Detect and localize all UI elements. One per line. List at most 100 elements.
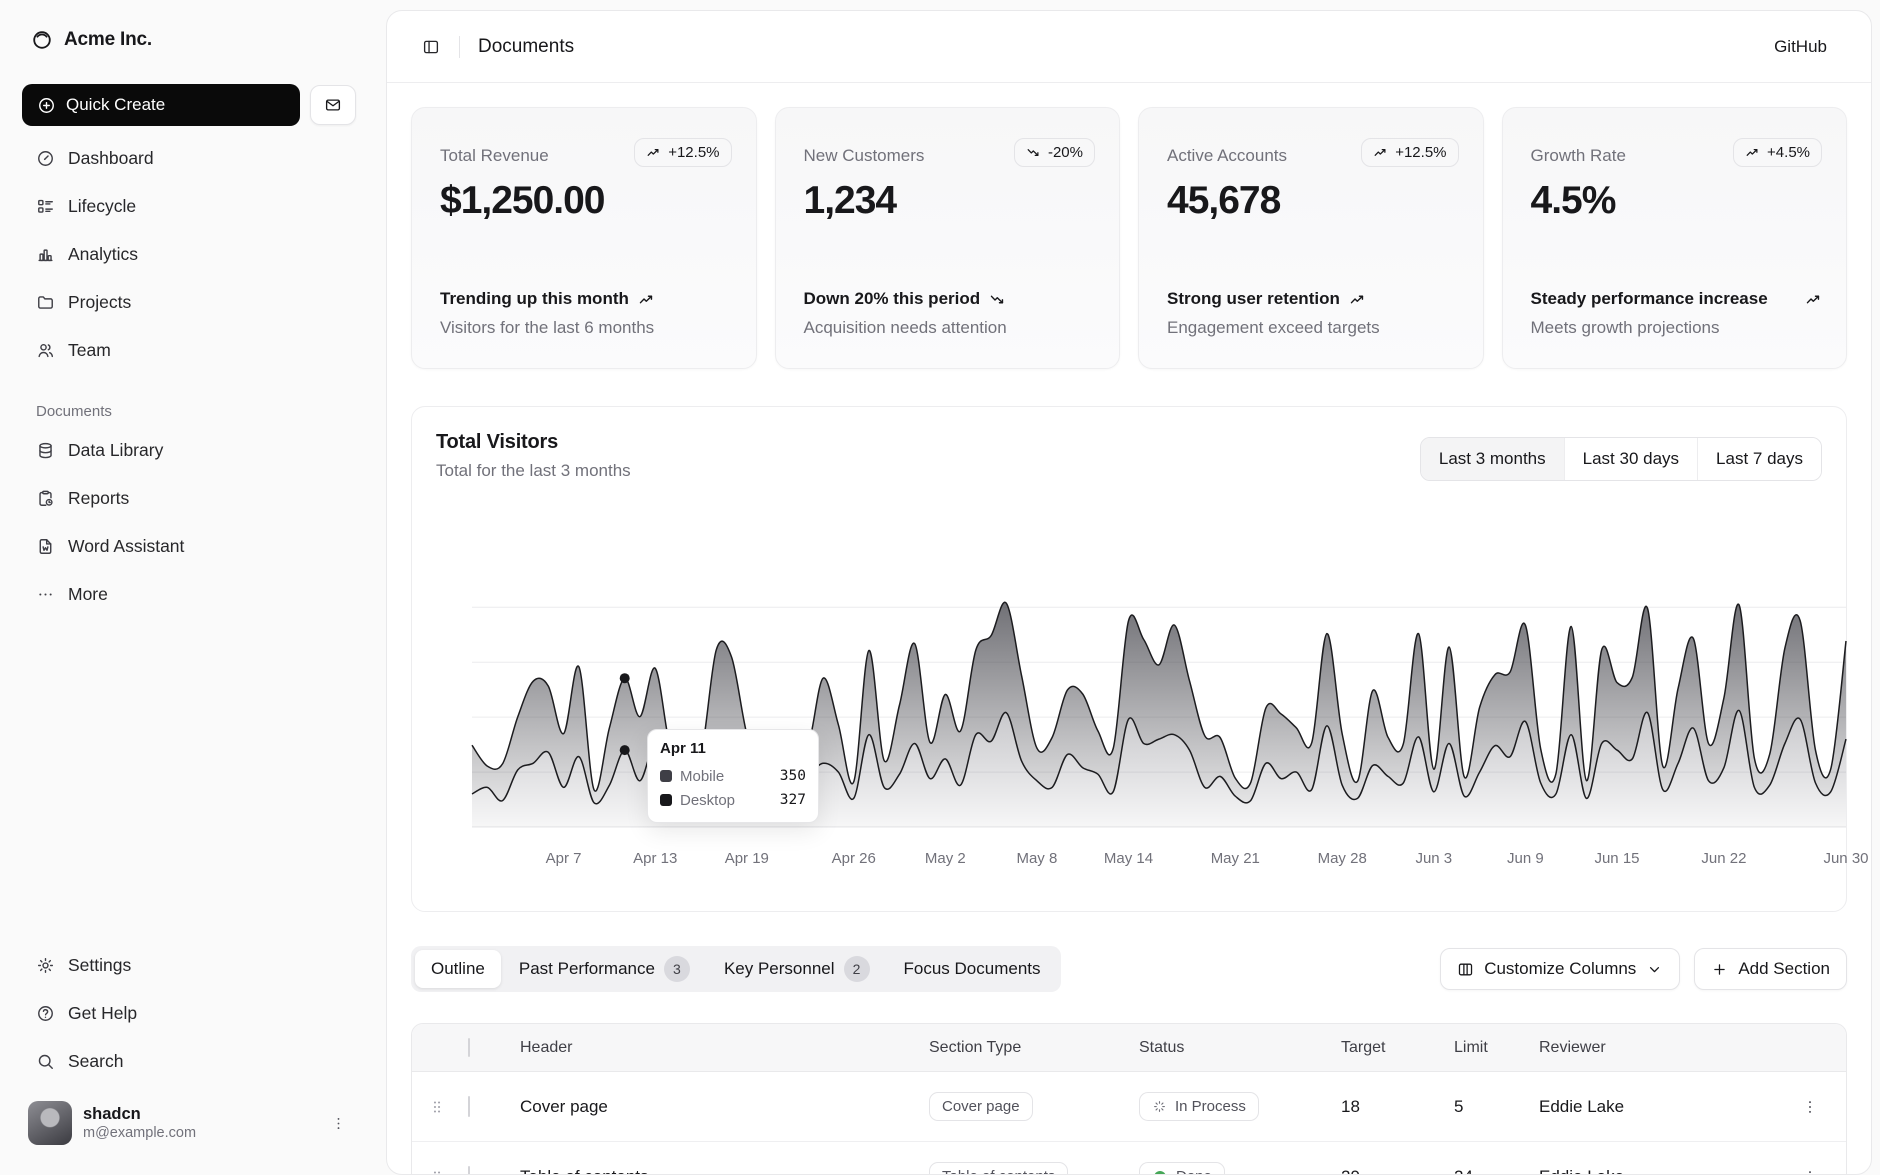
cell-limit[interactable]: 5 (1454, 1097, 1539, 1117)
chart-tooltip: Apr 11Mobile350Desktop327 (647, 729, 819, 823)
visitors-area-chart[interactable]: Apr 7Apr 13Apr 19Apr 26May 2May 8May 14M… (436, 513, 1822, 876)
quick-create-button[interactable]: Quick Create (22, 84, 300, 126)
add-section-button[interactable]: Add Section (1694, 948, 1847, 990)
inbox-button[interactable] (310, 85, 356, 125)
search-icon (36, 1052, 55, 1071)
tooltip-row: Mobile350 (660, 764, 806, 788)
sidebar-item-get-help[interactable]: Get Help (22, 993, 356, 1033)
github-link[interactable]: GitHub (1774, 37, 1827, 57)
sidebar-section-label: Documents (22, 400, 356, 422)
cell-target[interactable]: 29 (1329, 1167, 1454, 1175)
dots-vertical-icon (330, 1115, 347, 1132)
stat-cards: Total Revenue+12.5%$1,250.00Trending up … (411, 107, 1847, 369)
plus-icon (1711, 961, 1728, 978)
main-panel: Documents GitHub Total Revenue+12.5%$1,2… (386, 10, 1872, 1175)
range-option-last-7-days[interactable]: Last 7 days (1697, 438, 1821, 480)
sidebar-item-lifecycle[interactable]: Lifecycle (22, 186, 356, 226)
active-dot-desktop (620, 673, 630, 683)
sidebar-item-data-library[interactable]: Data Library (22, 430, 356, 470)
cell-reviewer[interactable]: Eddie Lake (1539, 1167, 1789, 1175)
cell-header[interactable]: Cover page (512, 1097, 929, 1117)
row-actions-button[interactable] (1789, 1098, 1830, 1116)
stat-footer-desc: Engagement exceed targets (1167, 318, 1459, 338)
section-type-badge: Cover page (929, 1092, 1033, 1121)
cell-header[interactable]: Table of contents (512, 1167, 929, 1175)
tab-key-personnel[interactable]: Key Personnel2 (708, 950, 886, 988)
dots-icon (36, 585, 55, 604)
help-icon (36, 1004, 55, 1023)
cell-limit[interactable]: 24 (1454, 1167, 1539, 1175)
sidebar-item-reports[interactable]: Reports (22, 478, 356, 518)
sidebar-item-analytics[interactable]: Analytics (22, 234, 356, 274)
trend-badge: -20% (1014, 138, 1095, 167)
trend-badge: +4.5% (1733, 138, 1822, 167)
user-name: shadcn (83, 1104, 319, 1125)
x-axis-tick: Jun 3 (1415, 850, 1452, 867)
dashboard-icon (36, 149, 55, 168)
sidebar-item-dashboard[interactable]: Dashboard (22, 138, 356, 178)
users-icon (36, 341, 55, 360)
drag-handle[interactable] (428, 1098, 468, 1116)
stat-footer-title: Strong user retention (1167, 288, 1459, 310)
chart-bar-icon (36, 245, 55, 264)
stat-footer-title: Steady performance increase (1531, 288, 1823, 310)
tab-focus-documents[interactable]: Focus Documents (888, 950, 1057, 988)
sidebar-item-settings[interactable]: Settings (22, 945, 356, 985)
range-option-last-3-months[interactable]: Last 3 months (1421, 438, 1564, 480)
col-header: Header (512, 1039, 929, 1057)
x-axis-tick: Jun 30 (1823, 850, 1868, 867)
row-actions-button[interactable] (1789, 1168, 1830, 1175)
loader-icon (1152, 1099, 1167, 1114)
tab-outline[interactable]: Outline (415, 950, 501, 988)
user-menu[interactable]: shadcn m@example.com (22, 1095, 356, 1151)
sidebar-item-search[interactable]: Search (22, 1041, 356, 1081)
brand[interactable]: Acme Inc. (22, 20, 356, 60)
sidebar-toggle-button[interactable] (413, 29, 449, 65)
sidebar-item-word-assistant[interactable]: Word Assistant (22, 526, 356, 566)
col-target: Target (1329, 1039, 1454, 1057)
series-swatch (660, 770, 672, 782)
tab-past-performance[interactable]: Past Performance3 (503, 950, 706, 988)
topbar-divider (459, 36, 460, 58)
x-axis-tick: May 28 (1318, 850, 1367, 867)
tab-count-badge: 2 (844, 956, 870, 982)
columns-icon (1457, 961, 1474, 978)
nav-documents: Data Library Reports Word Assistant More (22, 430, 356, 614)
x-axis-tick: Apr 26 (832, 850, 876, 867)
x-axis-tick: May 21 (1211, 850, 1260, 867)
customize-columns-button[interactable]: Customize Columns (1440, 948, 1680, 990)
active-dot-mobile (620, 745, 630, 755)
cell-target[interactable]: 18 (1329, 1097, 1454, 1117)
sections-table: HeaderSection TypeStatusTargetLimitRevie… (411, 1023, 1847, 1175)
stat-value: 4.5% (1531, 179, 1819, 223)
cell-reviewer[interactable]: Eddie Lake (1539, 1097, 1789, 1117)
file-word-icon (36, 537, 55, 556)
grip-vertical-icon (428, 1098, 446, 1116)
stat-footer-title: Trending up this month (440, 288, 732, 310)
stat-card-active-accounts: Active Accounts+12.5%45,678Strong user r… (1138, 107, 1484, 369)
trending-up-icon (646, 145, 661, 160)
select-all-checkbox[interactable] (468, 1038, 470, 1057)
row-checkbox[interactable] (468, 1096, 470, 1117)
sidebar-item-projects[interactable]: Projects (22, 282, 356, 322)
x-axis-tick: May 8 (1016, 850, 1057, 867)
trending-up-icon (1805, 291, 1822, 308)
x-axis-tick: Jun 22 (1701, 850, 1746, 867)
folder-icon (36, 293, 55, 312)
row-checkbox[interactable] (468, 1166, 470, 1175)
sidebar-item-more[interactable]: More (22, 574, 356, 614)
col-limit: Limit (1454, 1039, 1539, 1057)
avatar (28, 1101, 72, 1145)
sidebar-item-team[interactable]: Team (22, 330, 356, 370)
range-option-last-30-days[interactable]: Last 30 days (1564, 438, 1697, 480)
trending-up-icon (1349, 291, 1366, 308)
status-badge: Done (1139, 1162, 1225, 1175)
tab-list: OutlinePast Performance3Key Personnel2Fo… (411, 946, 1061, 992)
topbar: Documents GitHub (387, 11, 1871, 83)
stat-footer-title: Down 20% this period (804, 288, 1096, 310)
page-title: Documents (478, 36, 574, 58)
drag-handle[interactable] (428, 1168, 468, 1175)
tabs-row: OutlinePast Performance3Key Personnel2Fo… (411, 946, 1847, 992)
chevron-down-icon (1646, 961, 1663, 978)
x-axis-tick: Jun 15 (1594, 850, 1639, 867)
